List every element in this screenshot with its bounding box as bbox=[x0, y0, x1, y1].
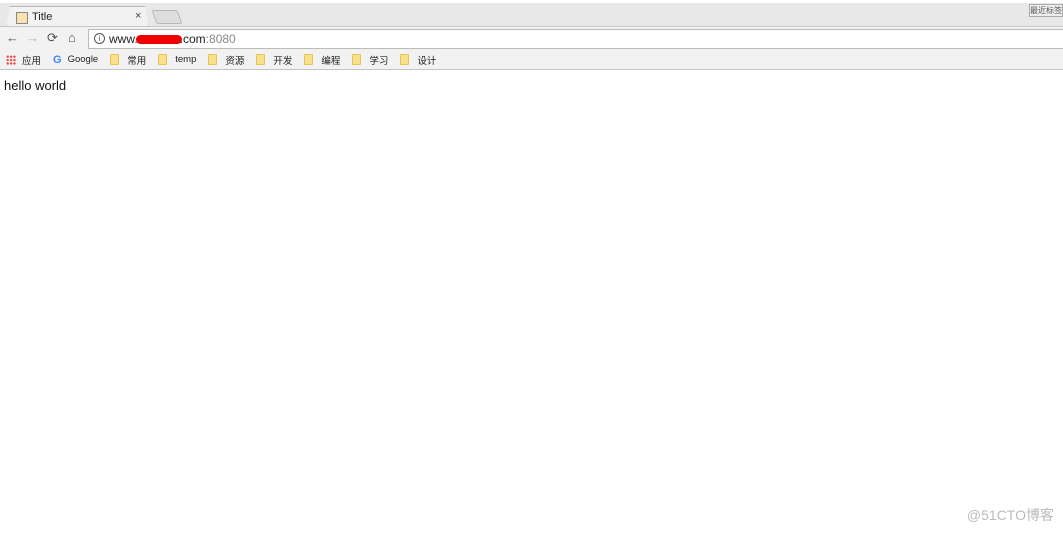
folder-icon bbox=[208, 54, 218, 65]
bookmark-folder[interactable]: 学习 bbox=[352, 53, 388, 67]
url-prefix: www. bbox=[109, 32, 138, 46]
bookmark-folder[interactable]: 设计 bbox=[400, 53, 436, 67]
page-content: hello world bbox=[4, 78, 67, 93]
address-bar[interactable]: i www. .com:8080 bbox=[88, 29, 1063, 49]
watermark: @51CTO博客 bbox=[966, 507, 1054, 523]
bookmark-label: 编程 bbox=[321, 55, 341, 67]
url-port: :8080 bbox=[205, 32, 236, 46]
back-icon[interactable]: ← bbox=[6, 30, 19, 45]
folder-icon bbox=[352, 54, 362, 65]
bookmark-label: temp bbox=[175, 54, 197, 65]
redaction-mark bbox=[135, 35, 182, 45]
folder-icon bbox=[304, 54, 314, 65]
bookmark-folder[interactable]: temp bbox=[158, 54, 196, 65]
folder-icon bbox=[110, 54, 120, 65]
new-tab-button[interactable] bbox=[151, 10, 183, 24]
bookmark-label: 资源 bbox=[225, 55, 245, 67]
bookmark-folder[interactable]: 资源 bbox=[208, 53, 244, 67]
bookmarks-bar: 应用 G Google 常用 temp 资源 开发 编程 学习 设计 bbox=[0, 50, 1063, 70]
toolbar: ← → ⟳ ⌂ i www. .com:8080 bbox=[0, 26, 1063, 50]
folder-icon bbox=[400, 54, 410, 65]
info-icon[interactable]: i bbox=[94, 33, 105, 44]
reload-icon[interactable]: ⟳ bbox=[47, 30, 58, 46]
bookmark-folder[interactable]: 常用 bbox=[110, 53, 146, 67]
favicon-icon bbox=[16, 12, 28, 24]
tab-label: Title bbox=[32, 11, 53, 23]
bookmark-google[interactable]: G Google bbox=[53, 54, 98, 66]
home-icon[interactable]: ⌂ bbox=[68, 30, 76, 45]
bookmark-folder[interactable]: 开发 bbox=[256, 53, 292, 67]
bookmark-label: 学习 bbox=[369, 55, 389, 67]
close-icon[interactable]: × bbox=[135, 10, 141, 22]
google-icon: G bbox=[53, 53, 62, 66]
bookmark-apps[interactable]: 应用 bbox=[6, 53, 41, 67]
bookmark-label: 设计 bbox=[417, 55, 437, 67]
folder-icon bbox=[256, 54, 266, 65]
url-suffix: .com bbox=[179, 32, 206, 46]
bookmark-label: Google bbox=[67, 54, 99, 65]
url-text: www. .com:8080 bbox=[109, 32, 236, 46]
bookmark-folder[interactable]: 编程 bbox=[304, 53, 340, 67]
folder-icon bbox=[158, 54, 168, 65]
bookmark-label: 常用 bbox=[127, 55, 147, 67]
tab-strip: Title × 最近标签 bbox=[0, 0, 1063, 29]
forward-icon[interactable]: → bbox=[26, 30, 39, 45]
window-corner-button[interactable]: 最近标签 bbox=[1029, 4, 1063, 17]
apps-grid-icon bbox=[6, 54, 16, 65]
bookmark-label: 应用 bbox=[22, 55, 42, 67]
bookmark-label: 开发 bbox=[273, 55, 293, 67]
